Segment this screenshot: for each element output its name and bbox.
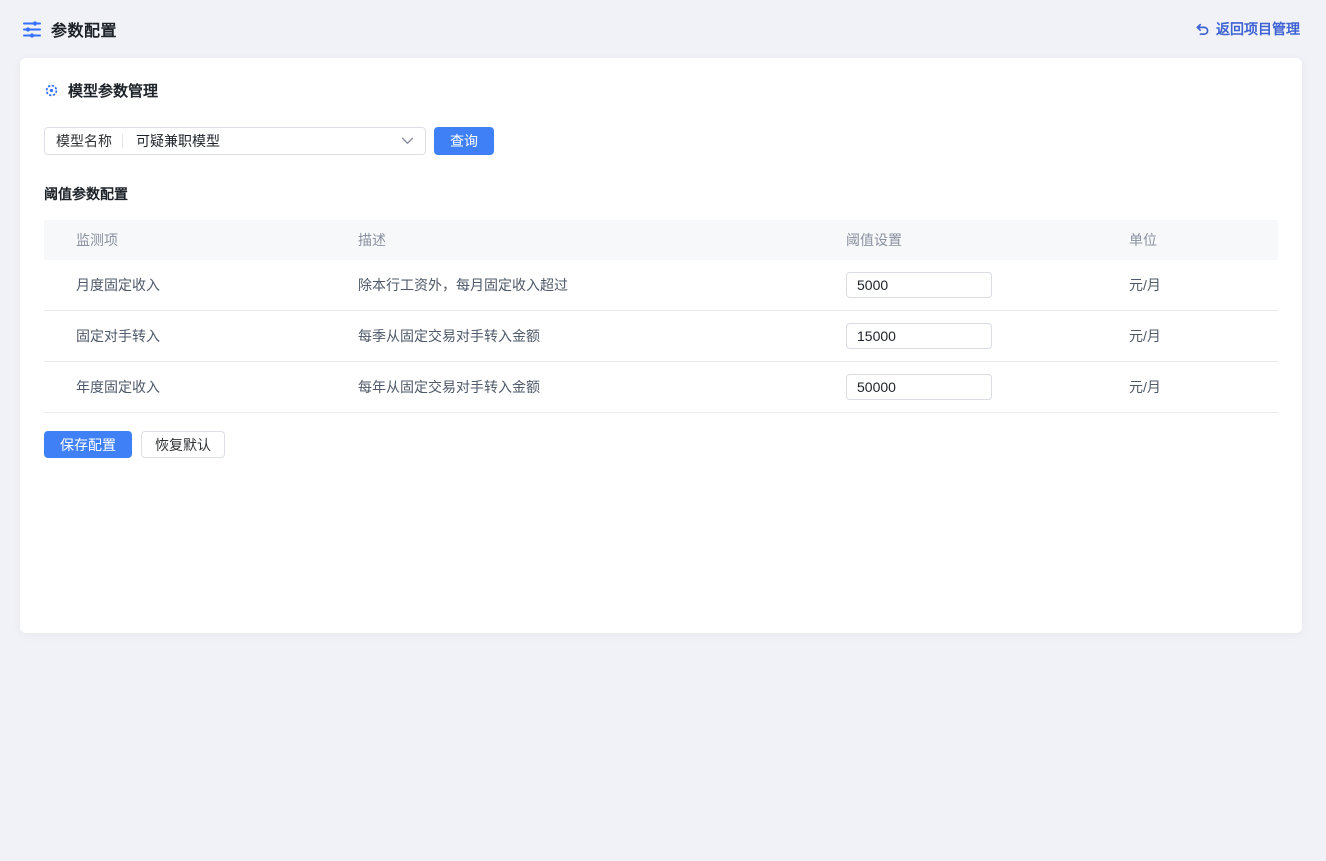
model-name-selected-value: 可疑兼职模型 <box>123 131 401 151</box>
section-title: 模型参数管理 <box>68 80 158 101</box>
table-row: 固定对手转入 每季从固定交易对手转入金额 元/月 <box>44 311 1278 362</box>
threshold-input[interactable] <box>846 323 992 349</box>
row-item-label: 月度固定收入 <box>44 275 358 295</box>
row-unit: 元/月 <box>1129 326 1278 346</box>
restore-default-button[interactable]: 恢复默认 <box>141 431 225 458</box>
chevron-down-icon <box>401 137 414 145</box>
row-item-label: 固定对手转入 <box>44 326 358 346</box>
column-header-unit: 单位 <box>1129 230 1278 250</box>
sliders-icon <box>22 20 42 39</box>
threshold-table: 监测项 描述 阈值设置 单位 月度固定收入 除本行工资外，每月固定收入超过 元/… <box>44 220 1278 413</box>
actions-row: 保存配置 恢复默认 <box>44 431 1278 458</box>
column-header-item: 监测项 <box>44 230 358 250</box>
save-config-button[interactable]: 保存配置 <box>44 431 132 458</box>
row-description: 每年从固定交易对手转入金额 <box>358 377 846 397</box>
row-description: 除本行工资外，每月固定收入超过 <box>358 275 846 295</box>
model-parameter-card: 模型参数管理 模型名称 可疑兼职模型 查询 阈值参数配置 监测项 描述 阈值设置… <box>20 58 1302 633</box>
back-to-project-link[interactable]: 返回项目管理 <box>1195 19 1300 39</box>
section-head: 模型参数管理 <box>44 80 1278 101</box>
page-header-left: 参数配置 <box>22 17 117 41</box>
gear-icon <box>44 83 59 98</box>
page-title: 参数配置 <box>51 17 117 41</box>
threshold-input[interactable] <box>846 272 992 298</box>
table-row: 年度固定收入 每年从固定交易对手转入金额 元/月 <box>44 362 1278 413</box>
threshold-input[interactable] <box>846 374 992 400</box>
column-header-threshold: 阈值设置 <box>846 230 1129 250</box>
model-name-select[interactable]: 模型名称 可疑兼职模型 <box>44 127 426 155</box>
threshold-section-title: 阈值参数配置 <box>44 184 1278 204</box>
table-header-row: 监测项 描述 阈值设置 单位 <box>44 220 1278 260</box>
model-name-label: 模型名称 <box>45 131 122 151</box>
column-header-desc: 描述 <box>358 230 846 250</box>
page-header: 参数配置 返回项目管理 <box>0 0 1326 58</box>
search-button[interactable]: 查询 <box>434 127 494 155</box>
row-item-label: 年度固定收入 <box>44 377 358 397</box>
row-unit: 元/月 <box>1129 275 1278 295</box>
table-row: 月度固定收入 除本行工资外，每月固定收入超过 元/月 <box>44 260 1278 311</box>
row-description: 每季从固定交易对手转入金额 <box>358 326 846 346</box>
row-unit: 元/月 <box>1129 377 1278 397</box>
back-link-label: 返回项目管理 <box>1216 19 1300 39</box>
back-arrow-icon <box>1195 22 1210 36</box>
query-row: 模型名称 可疑兼职模型 查询 <box>44 127 1278 155</box>
